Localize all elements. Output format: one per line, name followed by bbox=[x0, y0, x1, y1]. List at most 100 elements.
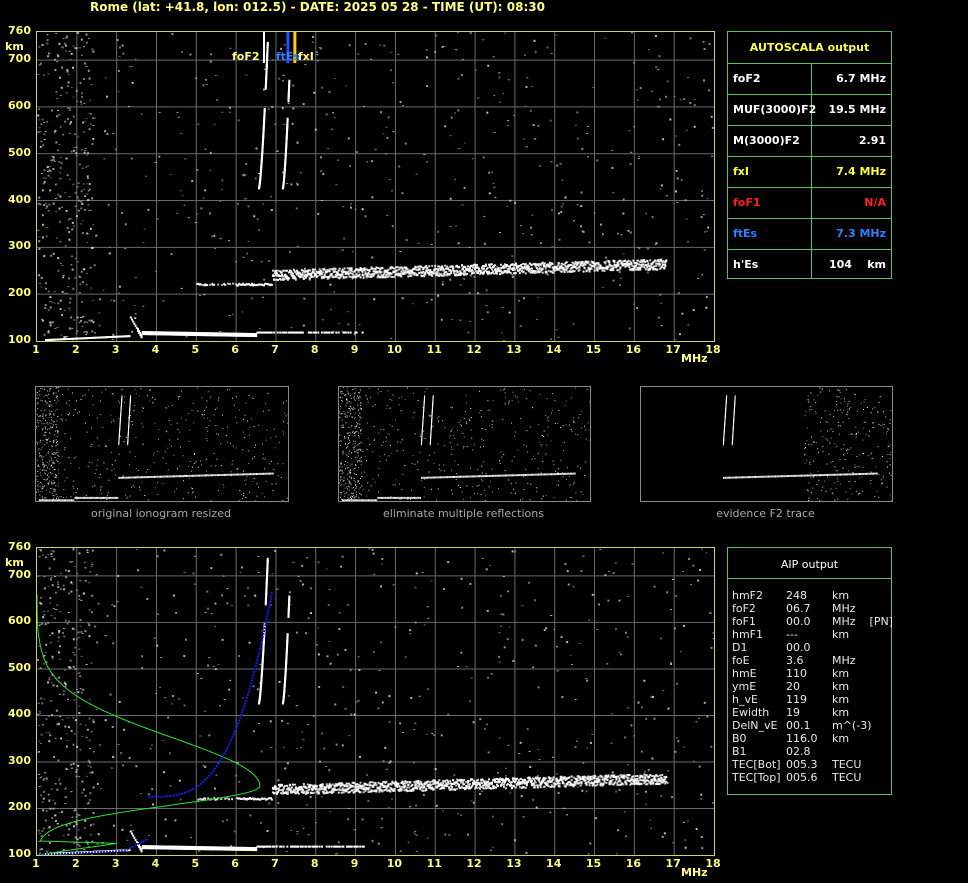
top-freq-tick: 1 bbox=[32, 343, 40, 356]
thumb-noise-dot bbox=[191, 466, 193, 468]
thumb-noise-dot bbox=[162, 482, 164, 484]
thumb-noise-dot bbox=[345, 437, 347, 439]
thumb-noise-dot bbox=[354, 451, 356, 453]
thumb-noise-dot bbox=[49, 410, 51, 412]
thumb-trace-dot bbox=[562, 472, 564, 475]
thumb-noise-dot bbox=[100, 414, 102, 416]
noise-dot bbox=[622, 212, 625, 215]
thumb-noise-dot bbox=[242, 431, 244, 433]
thumb-noise-dot bbox=[36, 441, 38, 443]
thumb-trace-dot bbox=[474, 475, 476, 478]
thumb-noise-dot bbox=[101, 486, 103, 488]
thumb-noise-dot bbox=[859, 454, 861, 456]
noise-dot bbox=[228, 315, 231, 317]
thumb-noise-dot bbox=[37, 402, 39, 404]
e-trace-dot bbox=[361, 331, 364, 334]
noise-dot bbox=[194, 222, 197, 224]
thumb-noise-dot bbox=[389, 444, 391, 446]
noise-dot bbox=[73, 47, 76, 49]
thumb-noise-dot bbox=[508, 400, 510, 402]
thumb-noise-dot bbox=[808, 482, 810, 484]
thumb-noise-dot bbox=[881, 455, 883, 457]
noise-dot bbox=[154, 270, 157, 272]
thumb-noise-dot bbox=[586, 389, 588, 391]
thumb-noise-dot bbox=[374, 481, 376, 483]
f-trace-dot bbox=[514, 272, 517, 275]
noise-dot bbox=[679, 99, 682, 101]
thumb-noise-dot bbox=[357, 404, 359, 406]
thumb-trace-dot bbox=[218, 474, 220, 477]
thumb-noise-dot bbox=[871, 457, 873, 459]
noise-dot bbox=[274, 123, 277, 125]
thumb-trace-dot bbox=[476, 475, 478, 478]
thumb-noise-dot bbox=[525, 468, 527, 470]
thumb-noise-dot bbox=[457, 464, 459, 466]
thumb-noise-dot bbox=[492, 400, 494, 402]
noise-dot bbox=[564, 196, 567, 199]
thumb-noise-dot bbox=[256, 483, 258, 485]
e-trace-dot bbox=[347, 331, 350, 334]
thumb-noise-dot bbox=[483, 461, 485, 463]
f-trace-dot bbox=[604, 260, 607, 263]
thumb-noise-dot bbox=[176, 422, 178, 424]
noise-dot bbox=[38, 196, 41, 199]
thumb-noise-dot bbox=[358, 399, 360, 401]
thumb-noise-dot bbox=[252, 397, 254, 399]
thumb-noise-dot bbox=[870, 453, 872, 455]
thumb-noise-dot bbox=[42, 486, 44, 488]
noise-dot bbox=[121, 44, 124, 47]
thumb-noise-dot bbox=[890, 410, 892, 412]
thumb-noise-dot bbox=[344, 482, 346, 484]
thumb-noise-dot bbox=[579, 414, 581, 416]
thumb-trace-dot bbox=[797, 474, 799, 477]
thumb-noise-dot bbox=[568, 476, 570, 478]
thumb-trace-dot bbox=[529, 473, 531, 476]
f-trace-dot bbox=[274, 270, 277, 273]
thumb-noise-dot bbox=[342, 426, 344, 428]
noise-dot bbox=[358, 324, 361, 326]
thumb-noise-dot bbox=[551, 412, 553, 414]
thumb-trace-dot bbox=[462, 475, 464, 478]
thumb-trace-dot bbox=[853, 473, 855, 476]
thumb-trace-dot bbox=[436, 476, 438, 479]
noise-dot bbox=[117, 91, 120, 93]
noise-dot bbox=[430, 244, 433, 246]
thumb-noise-dot bbox=[227, 441, 229, 443]
thumb-noise-dot bbox=[491, 424, 493, 426]
thumb-noise-dot bbox=[353, 395, 355, 397]
f-trace-dot bbox=[513, 268, 516, 271]
thumb-noise-dot bbox=[134, 404, 136, 406]
thumb-trace-dot bbox=[352, 499, 354, 501]
thumb-trace-dot bbox=[241, 473, 243, 476]
thumb-noise-dot bbox=[367, 437, 369, 439]
thumb-noise-dot bbox=[220, 443, 222, 445]
thumb-noise-dot bbox=[841, 412, 843, 414]
noise-dot bbox=[88, 188, 91, 190]
thumb-trace-dot bbox=[152, 475, 154, 478]
noise-dot bbox=[63, 192, 66, 194]
noise-dot bbox=[112, 133, 115, 135]
thumb-trace-dot bbox=[65, 499, 67, 501]
thumb-trace-dot bbox=[770, 475, 772, 478]
thumb-noise-dot bbox=[217, 399, 219, 401]
noise-dot bbox=[386, 214, 389, 216]
thumb-noise-dot bbox=[162, 457, 164, 459]
f-trace-dot bbox=[341, 268, 344, 271]
thumb-trace-dot bbox=[803, 474, 805, 477]
noise-dot bbox=[286, 183, 289, 185]
thumb-noise-dot bbox=[391, 425, 393, 427]
thumb-trace-dot bbox=[104, 496, 106, 499]
thumb-noise-dot bbox=[353, 472, 355, 474]
thumb-cusp-dot bbox=[121, 395, 123, 399]
thumb-trace-dot bbox=[441, 476, 443, 479]
thumb-noise-dot bbox=[504, 402, 506, 404]
noise-dot bbox=[320, 47, 323, 50]
noise-dot bbox=[364, 43, 367, 46]
thumb-noise-dot bbox=[248, 450, 250, 452]
thumb-noise-dot bbox=[804, 462, 806, 464]
thumb-noise-dot bbox=[386, 407, 388, 409]
thumb-trace-dot bbox=[113, 496, 115, 499]
noise-dot bbox=[49, 301, 52, 303]
thumb-trace-dot bbox=[527, 473, 529, 476]
thumb-trace-dot bbox=[164, 475, 166, 478]
